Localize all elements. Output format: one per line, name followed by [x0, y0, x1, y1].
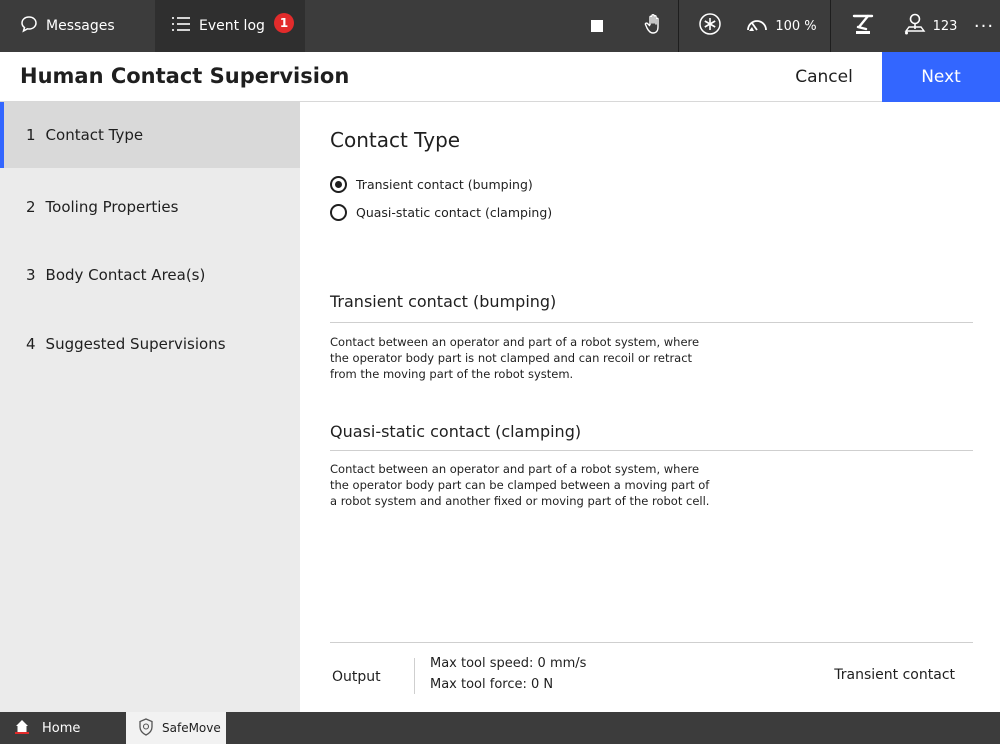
robot-button[interactable] — [843, 0, 883, 52]
status-bar: Messages Event log 1 100 % 123 ··· — [0, 0, 1000, 52]
step-number: 2 — [26, 198, 36, 216]
robot-icon — [850, 12, 876, 40]
output-label: Output — [332, 669, 381, 685]
jog-button[interactable]: 123 — [894, 0, 966, 52]
event-log-button[interactable]: Event log 1 — [155, 0, 305, 52]
radio-button-checked[interactable] — [330, 176, 347, 193]
more-button[interactable]: ··· — [968, 0, 1000, 52]
description-line: the operator body part can be clamped be… — [330, 478, 710, 492]
radio-label: Transient contact (bumping) — [356, 177, 533, 192]
divider — [330, 322, 973, 323]
status-divider — [830, 0, 831, 52]
step-tooling-properties[interactable]: 2 Tooling Properties — [0, 174, 300, 240]
speedometer-icon — [745, 14, 769, 38]
more-icon: ··· — [973, 15, 995, 37]
page-header: Human Contact Supervision Cancel Next — [0, 52, 1000, 102]
safemove-tab[interactable]: SafeMove — [126, 712, 226, 744]
description-text: Contact between an operator and part of … — [330, 334, 730, 382]
output-max-speed: Max tool speed: 0 mm/s — [430, 656, 587, 671]
step-label: Contact Type — [45, 126, 144, 144]
step-contact-type[interactable]: 1 Contact Type — [0, 102, 300, 168]
step-number: 4 — [26, 335, 36, 353]
home-button[interactable]: Home — [0, 712, 126, 744]
hand-icon — [642, 12, 666, 40]
hand-button[interactable] — [634, 0, 674, 52]
taskbar: Home SafeMove — [0, 712, 1000, 744]
radio-button[interactable] — [330, 204, 347, 221]
messages-button[interactable]: Messages — [20, 0, 115, 52]
output-divider — [414, 658, 415, 694]
description-line: the operator body part is not clamped an… — [330, 351, 693, 365]
status-divider — [678, 0, 679, 52]
description-line: Contact between an operator and part of … — [330, 462, 700, 476]
run-mode-icon — [698, 12, 722, 40]
description-text: Contact between an operator and part of … — [330, 461, 730, 509]
description-line: Contact between an operator and part of … — [330, 335, 700, 349]
description-line: from the moving part of the robot system… — [330, 367, 574, 381]
page-title: Human Contact Supervision — [20, 64, 350, 88]
shield-icon — [138, 717, 154, 739]
cancel-button[interactable]: Cancel — [766, 52, 882, 102]
step-label: Tooling Properties — [45, 198, 179, 216]
speed-value: 100 % — [775, 18, 817, 34]
wizard-steps: 1 Contact Type 2 Tooling Properties 3 Bo… — [0, 102, 300, 712]
step-suggested-supervisions[interactable]: 4 Suggested Supervisions — [0, 311, 300, 377]
radio-dot — [335, 181, 342, 188]
radio-transient-contact[interactable]: Transient contact (bumping) — [330, 176, 533, 193]
chat-icon — [20, 15, 38, 37]
description-title: Transient contact (bumping) — [330, 292, 557, 311]
divider — [330, 450, 973, 451]
main-content: Contact Type Transient contact (bumping)… — [300, 102, 1000, 712]
event-log-label: Event log — [199, 18, 265, 34]
messages-label: Messages — [46, 18, 115, 34]
output-contact-type: Transient contact — [834, 667, 955, 683]
step-number: 3 — [26, 266, 36, 284]
radio-label: Quasi-static contact (clamping) — [356, 205, 553, 220]
speed-button[interactable]: 100 % — [735, 0, 827, 52]
stop-button[interactable] — [582, 0, 612, 52]
next-button[interactable]: Next — [882, 52, 1000, 102]
step-number: 1 — [26, 126, 36, 144]
home-icon — [14, 718, 30, 738]
description-title: Quasi-static contact (clamping) — [330, 422, 582, 441]
home-label: Home — [42, 720, 81, 736]
output-max-force: Max tool force: 0 N — [430, 677, 554, 692]
section-title: Contact Type — [330, 128, 461, 152]
jog-value: 123 — [932, 18, 958, 34]
run-mode-button[interactable] — [694, 0, 726, 52]
stop-icon — [591, 20, 603, 32]
divider — [330, 642, 973, 643]
description-line: a robot system and another fixed or movi… — [330, 494, 710, 508]
joystick-icon — [903, 12, 927, 40]
safemove-label: SafeMove — [162, 721, 221, 735]
radio-quasi-static-contact[interactable]: Quasi-static contact (clamping) — [330, 204, 552, 221]
event-count-badge: 1 — [274, 13, 294, 33]
step-body-contact-area[interactable]: 3 Body Contact Area(s) — [0, 242, 300, 308]
step-label: Body Contact Area(s) — [45, 266, 206, 284]
list-icon — [171, 16, 191, 36]
step-label: Suggested Supervisions — [45, 335, 226, 353]
